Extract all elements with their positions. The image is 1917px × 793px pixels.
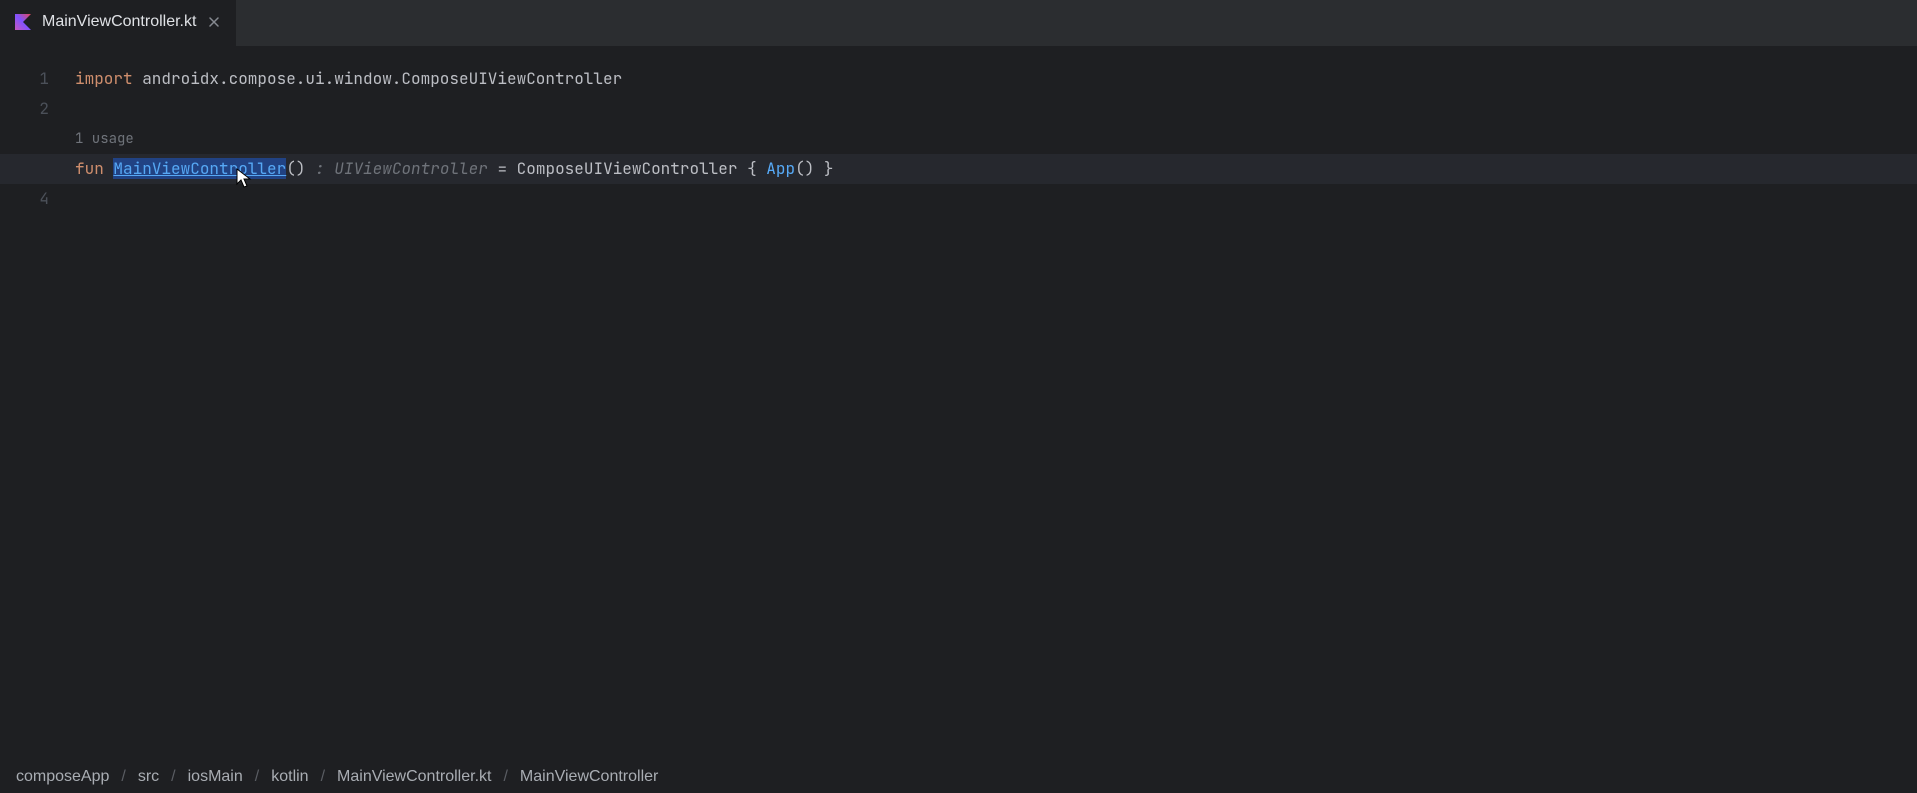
breadcrumb-item[interactable]: MainViewController <box>520 768 658 786</box>
import-path: androidx.compose.ui.window.ComposeUIView… <box>133 68 623 89</box>
breadcrumb-separator: / <box>321 768 325 786</box>
code-line-empty[interactable] <box>75 94 1917 124</box>
breadcrumb-bar: composeApp / src / iosMain / kotlin / Ma… <box>0 761 1917 793</box>
function-name[interactable]: MainViewController <box>113 158 286 179</box>
breadcrumb-item[interactable]: iosMain <box>188 768 243 786</box>
breadcrumb-item[interactable]: composeApp <box>16 768 109 786</box>
breadcrumb-separator: / <box>171 768 175 786</box>
brace-close: } <box>814 158 833 179</box>
code-content[interactable]: import androidx.compose.ui.window.Compos… <box>75 64 1917 761</box>
type-hint-colon: : <box>305 158 334 179</box>
code-line-empty[interactable] <box>75 184 1917 214</box>
app-parens: () <box>795 158 814 179</box>
breadcrumb-separator: / <box>503 768 507 786</box>
file-tab[interactable]: MainViewController.kt <box>0 0 236 46</box>
breadcrumb-item[interactable]: MainViewController.kt <box>337 768 491 786</box>
keyword-fun: fun <box>75 158 104 179</box>
type-hint-name: UIViewController <box>334 158 488 179</box>
tab-label: MainViewController.kt <box>42 13 196 31</box>
tab-bar: MainViewController.kt <box>0 0 1917 46</box>
keyword-import: import <box>75 68 133 89</box>
app-call[interactable]: App <box>766 158 795 179</box>
code-line[interactable]: import androidx.compose.ui.window.Compos… <box>75 64 1917 94</box>
breadcrumb-item[interactable]: kotlin <box>271 768 308 786</box>
line-number[interactable]: 2 <box>39 94 49 124</box>
parens: () <box>286 158 305 179</box>
kotlin-file-icon <box>14 13 32 31</box>
line-number[interactable]: 4 <box>39 184 49 214</box>
breadcrumb-separator: / <box>255 768 259 786</box>
editor-area[interactable]: 1 2 3 4 import androidx.compose.ui.windo… <box>0 46 1917 761</box>
call-name[interactable]: ComposeUIViewController <box>517 158 738 179</box>
equals: = <box>488 158 517 179</box>
breadcrumb-separator: / <box>121 768 125 786</box>
breadcrumb-item[interactable]: src <box>138 768 159 786</box>
line-number[interactable]: 1 <box>39 64 49 94</box>
close-icon[interactable] <box>206 14 222 30</box>
usage-hint[interactable]: 1 usage <box>75 124 1917 154</box>
code-line-active[interactable]: fun MainViewController() : UIViewControl… <box>0 154 1917 184</box>
brace: { <box>737 158 766 179</box>
